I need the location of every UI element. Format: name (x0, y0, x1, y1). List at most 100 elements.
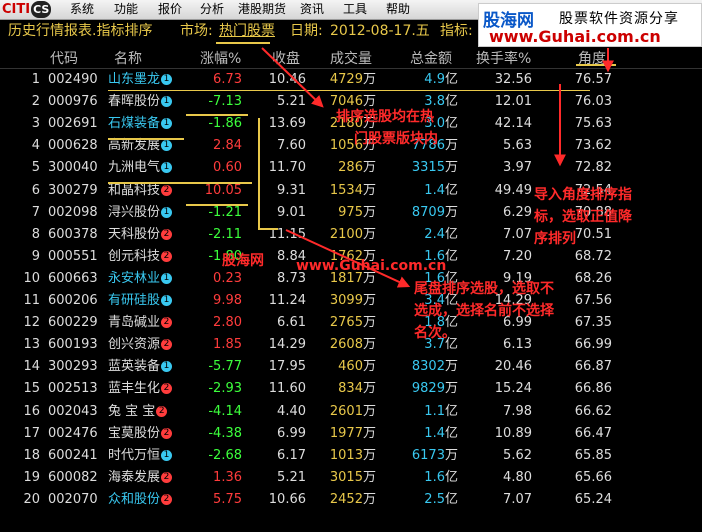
close-price: 17.95 (268, 359, 306, 375)
col-volume[interactable]: 成交量 (330, 48, 372, 68)
table-row[interactable]: 13 600193 创兴资源 2 1.85 14.29 2608万 3.7亿 6.13 66.99 (0, 334, 702, 356)
amount-value: 1.1 (424, 403, 445, 419)
table-row[interactable]: 18 600241 时代万恒 1 -2.68 6.17 1013万 6173万 5.62 65.8… (0, 445, 702, 467)
stock-flag-icon: 2 (161, 493, 173, 505)
stock-code: 002098 (48, 204, 98, 220)
angle-value: 76.03 (574, 94, 612, 110)
col-code[interactable]: 代码 (50, 48, 78, 68)
change-percent: -7.13 (208, 94, 242, 110)
table-row[interactable]: 20 002070 众和股份 2 5.75 10.66 2452万 2.5亿 7.07 65.24 (0, 489, 702, 511)
stock-name: 石煤装备 (108, 116, 161, 132)
row-index: 5 (31, 160, 40, 176)
menu-tools[interactable]: 工具 (343, 0, 367, 19)
stock-code: 600082 (48, 469, 98, 485)
amount-cell: 1.1亿 (388, 401, 458, 423)
amount-value: 1.4 (424, 182, 445, 198)
volume-value: 834 (338, 381, 363, 397)
highlight-bracket (260, 228, 278, 230)
market-selector[interactable]: 热门股票 (219, 20, 275, 42)
annotation-line: 选成，选择名前不选择 (414, 303, 554, 319)
change-percent: 0.23 (213, 270, 242, 286)
turnover-rate: 10.89 (494, 425, 532, 441)
annotation-line: 序排列 (534, 231, 576, 247)
stock-name: 兔 宝 宝 (108, 403, 156, 419)
row-index: 10 (23, 270, 40, 286)
volume-cell: 1534万 (312, 180, 376, 202)
change-percent: -2.93 (208, 381, 242, 397)
stock-code: 300293 (48, 359, 98, 375)
volume-unit: 万 (362, 182, 376, 198)
stock-name: 天科股份 (108, 226, 161, 242)
app-logo: CITI CS (2, 1, 60, 18)
stock-code: 000628 (48, 138, 98, 154)
table-row[interactable]: 12 600229 青岛碱业 2 2.80 6.61 2765万 1.8亿 6.99 67.35 (0, 312, 702, 334)
col-turnover[interactable]: 换手率% (476, 48, 531, 68)
stock-name: 九洲电气 (108, 160, 161, 176)
angle-value: 67.56 (574, 293, 612, 308)
stock-flag-icon: 1 (161, 74, 173, 85)
col-amount[interactable]: 总金额 (410, 48, 452, 68)
stock-flag-icon: 1 (161, 206, 173, 218)
row-index: 12 (23, 315, 40, 331)
menu-news[interactable]: 资讯 (300, 0, 324, 19)
stock-flag-icon: 2 (161, 228, 173, 240)
close-price: 11.15 (268, 226, 306, 242)
change-percent: 5.75 (213, 491, 242, 507)
amount-unit: 亿 (444, 182, 458, 198)
menu-system[interactable]: 系统 (70, 0, 94, 19)
stock-name-cell: 宝莫股份 2 (108, 423, 173, 445)
stock-code: 002070 (48, 491, 98, 507)
col-close[interactable]: 收盘 (272, 48, 300, 68)
table-row[interactable]: 5 300040 九洲电气 1 0.60 11.70 286万 3315万 3.97 72.82 (0, 157, 702, 179)
table-row[interactable]: 19 600082 海泰发展 2 1.36 5.21 3015万 1.6亿 4.80 65.66 (0, 467, 702, 489)
menu-quote[interactable]: 报价 (158, 0, 182, 19)
table-row[interactable]: 16 002043 兔 宝 宝 2 -4.14 4.40 2601万 1.1亿 7.98 66.6… (0, 401, 702, 423)
menu-analysis[interactable]: 分析 (200, 0, 224, 19)
volume-unit: 万 (362, 337, 376, 353)
logo-text: CITI (2, 2, 31, 17)
stock-code: 300279 (48, 182, 98, 198)
date-value[interactable]: 2012-08-17.五 (330, 20, 430, 42)
logo-badge: CS (31, 1, 52, 18)
col-name[interactable]: 名称 (114, 48, 142, 68)
menu-hk-futures[interactable]: 港股期货 (238, 0, 286, 19)
turnover-rate: 4.80 (503, 469, 532, 485)
stock-code: 000976 (48, 94, 98, 110)
highlight-underline (186, 204, 248, 206)
amount-unit: 亿 (444, 425, 458, 441)
volume-cell: 2100万 (312, 224, 376, 246)
turnover-rate: 7.98 (503, 403, 532, 419)
stock-name: 蓝丰生化 (108, 381, 161, 397)
volume-cell: 975万 (312, 202, 376, 224)
col-change[interactable]: 涨幅% (200, 48, 241, 68)
highlight-underline (210, 90, 590, 91)
angle-value: 76.57 (574, 72, 612, 87)
watermark-url: www.Guhai.com.cn (489, 27, 661, 46)
highlight-underline (108, 138, 184, 140)
turnover-rate: 20.46 (494, 359, 532, 375)
overlay-watermark-brand: 股海网 (222, 253, 264, 269)
menu-help[interactable]: 帮助 (386, 0, 410, 19)
volume-value: 2100 (329, 226, 363, 242)
volume-cell: 1977万 (312, 423, 376, 445)
market-label: 市场: (180, 23, 213, 39)
amount-unit: 万 (444, 160, 458, 176)
angle-value: 66.99 (574, 337, 612, 353)
table-row[interactable]: 17 002476 宝莫股份 2 -4.38 6.99 1977万 1.4亿 10.89 66.4… (0, 423, 702, 445)
volume-cell: 2608万 (312, 334, 376, 356)
amount-unit: 亿 (444, 469, 458, 485)
close-price: 11.60 (268, 381, 306, 397)
table-row[interactable]: 14 300293 蓝英装备 1 -5.77 17.95 460万 8302万 20.46 66.… (0, 356, 702, 378)
stock-name-cell: 石煤装备 1 (108, 113, 173, 135)
turnover-rate: 12.01 (494, 94, 532, 110)
table-row[interactable]: 1 002490 山东墨龙 1 6.73 10.46 4729万 4.9亿 32.56 76.57 (0, 69, 702, 91)
table-row[interactable]: 11 600206 有研硅股 1 9.98 11.24 3099万 3.4亿 14.29 67.5… (0, 290, 702, 312)
menu-function[interactable]: 功能 (114, 0, 138, 19)
row-index: 15 (23, 381, 40, 397)
volume-value: 2601 (329, 403, 363, 419)
volume-value: 2765 (329, 315, 363, 331)
date-label: 日期: (290, 23, 323, 39)
close-price: 9.01 (277, 204, 306, 220)
stock-code: 600229 (48, 315, 98, 331)
table-row[interactable]: 15 002513 蓝丰生化 2 -2.93 11.60 834万 9829万 15.24 66.… (0, 378, 702, 400)
